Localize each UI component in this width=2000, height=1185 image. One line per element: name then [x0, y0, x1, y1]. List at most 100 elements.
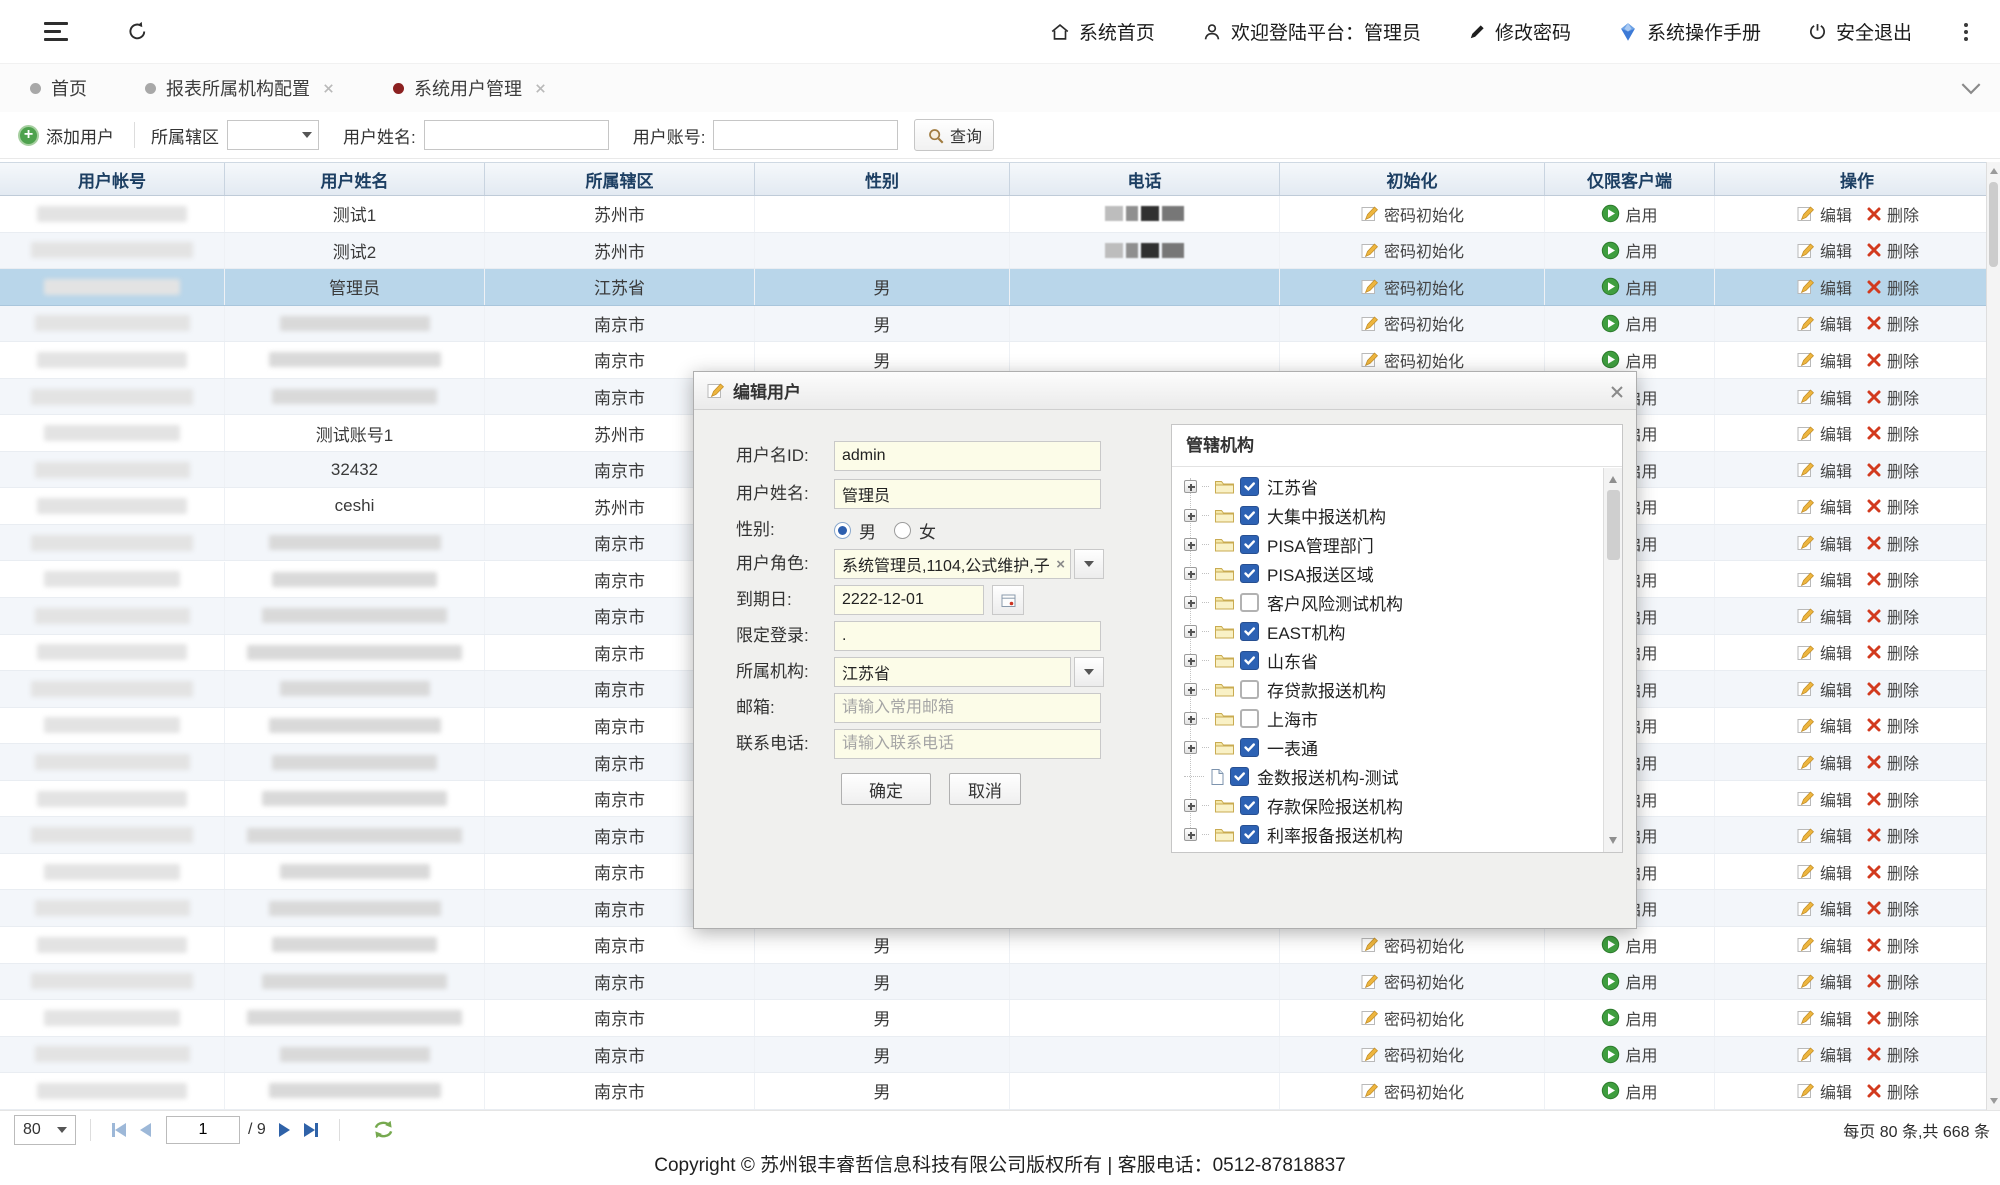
delete-button[interactable]: 删除 [1866, 275, 1919, 299]
tree-checkbox[interactable] [1240, 564, 1259, 583]
edit-button[interactable]: 编辑 [1796, 494, 1852, 518]
tree-checkbox[interactable] [1240, 477, 1259, 496]
delete-button[interactable]: 删除 [1866, 750, 1919, 774]
tree-checkbox[interactable] [1240, 825, 1259, 844]
scroll-down-icon[interactable] [1990, 1098, 1998, 1104]
enable-button[interactable]: 启用 [1601, 1042, 1657, 1066]
expire-date-input[interactable] [834, 585, 984, 615]
table-row[interactable]: 南京市男密码初始化启用编辑删除 [0, 1073, 2000, 1110]
delete-button[interactable]: 删除 [1866, 385, 1919, 409]
password-init-button[interactable]: 密码初始化 [1360, 933, 1464, 957]
edit-button[interactable]: 编辑 [1796, 202, 1852, 226]
email-input[interactable] [834, 693, 1101, 723]
delete-button[interactable]: 删除 [1866, 348, 1919, 372]
column-header-7[interactable]: 仅限客户端 [1545, 163, 1715, 195]
confirm-button[interactable]: 确定 [841, 773, 931, 805]
password-init-button[interactable]: 密码初始化 [1360, 238, 1464, 262]
cancel-button[interactable]: 取消 [949, 773, 1021, 805]
user-name-input[interactable] [424, 120, 609, 150]
enable-button[interactable]: 启用 [1601, 1006, 1657, 1030]
column-header-8[interactable]: 操作 [1715, 163, 2000, 195]
tree-item[interactable]: 江苏省 [1172, 472, 1603, 501]
tree-expand-icon[interactable] [1184, 538, 1197, 551]
tree-expand-icon[interactable] [1184, 480, 1197, 493]
edit-button[interactable]: 编辑 [1796, 713, 1852, 737]
edit-button[interactable]: 编辑 [1796, 933, 1852, 957]
table-row[interactable]: 测试2苏州市密码初始化启用编辑删除 [0, 233, 2000, 270]
delete-button[interactable]: 删除 [1866, 1079, 1919, 1103]
gender-male-radio[interactable] [834, 522, 851, 539]
delete-button[interactable]: 删除 [1866, 202, 1919, 226]
password-init-button[interactable]: 密码初始化 [1360, 348, 1464, 372]
tree-expand-icon[interactable] [1184, 654, 1197, 667]
enable-button[interactable]: 启用 [1601, 202, 1657, 226]
table-row[interactable]: 管理员江苏省男密码初始化启用编辑删除 [0, 269, 2000, 306]
tree-item[interactable]: 大集中报送机构 [1172, 501, 1603, 530]
org-dropdown-button[interactable] [1074, 657, 1104, 687]
delete-button[interactable]: 删除 [1866, 311, 1919, 335]
enable-button[interactable]: 启用 [1601, 348, 1657, 372]
nav-manual[interactable]: 系统操作手册 [1617, 18, 1761, 45]
tree-checkbox[interactable] [1240, 651, 1259, 670]
edit-button[interactable]: 编辑 [1796, 385, 1852, 409]
password-init-button[interactable]: 密码初始化 [1360, 1006, 1464, 1030]
delete-button[interactable]: 删除 [1866, 677, 1919, 701]
restrict-login-input[interactable] [834, 621, 1101, 651]
password-init-button[interactable]: 密码初始化 [1360, 1042, 1464, 1066]
tab-close-icon[interactable] [322, 82, 335, 95]
first-page-button[interactable] [112, 1123, 126, 1137]
tree-item[interactable]: PISA报送区域 [1172, 559, 1603, 588]
org-select[interactable]: 江苏省 [834, 657, 1071, 687]
region-select[interactable] [227, 120, 319, 150]
refresh-icon[interactable] [126, 20, 149, 43]
user-role-combo[interactable]: 系统管理员,1104,公式维护,子 × [834, 549, 1071, 579]
scroll-up-icon[interactable] [1609, 476, 1617, 483]
user-account-input[interactable] [713, 120, 898, 150]
tree-item[interactable]: 金数报送机构-测试 [1172, 762, 1603, 791]
edit-button[interactable]: 编辑 [1796, 1042, 1852, 1066]
delete-button[interactable]: 删除 [1866, 531, 1919, 555]
tree-item[interactable]: PISA管理部门 [1172, 530, 1603, 559]
column-header-6[interactable]: 初始化 [1280, 163, 1545, 195]
page-size-select[interactable]: 80 [14, 1115, 76, 1145]
password-init-button[interactable]: 密码初始化 [1360, 1079, 1464, 1103]
delete-button[interactable]: 删除 [1866, 860, 1919, 884]
delete-button[interactable]: 删除 [1866, 604, 1919, 628]
contact-phone-input[interactable] [834, 729, 1101, 759]
tree-checkbox[interactable] [1240, 738, 1259, 757]
tree-expand-icon[interactable] [1184, 567, 1197, 580]
tree-item[interactable]: 上海市 [1172, 704, 1603, 733]
delete-button[interactable]: 删除 [1866, 1042, 1919, 1066]
table-row[interactable]: 南京市男密码初始化启用编辑删除 [0, 1037, 2000, 1074]
edit-button[interactable]: 编辑 [1796, 311, 1852, 335]
chevron-down-icon[interactable] [1960, 82, 1982, 100]
column-header-2[interactable]: 用户姓名 [225, 163, 485, 195]
scroll-down-icon[interactable] [1609, 837, 1617, 844]
edit-button[interactable]: 编辑 [1796, 677, 1852, 701]
page-number-input[interactable] [166, 1116, 240, 1144]
tab-close-icon[interactable] [534, 82, 547, 95]
search-button[interactable]: 查询 [914, 119, 994, 151]
tree-item[interactable]: 客户风险测试机构 [1172, 588, 1603, 617]
calendar-button[interactable] [992, 585, 1024, 615]
tree-checkbox[interactable] [1230, 767, 1249, 786]
close-icon[interactable] [1610, 384, 1624, 404]
table-row[interactable]: 测试1苏州市密码初始化启用编辑删除 [0, 196, 2000, 233]
next-page-button[interactable] [279, 1123, 290, 1137]
nav-home[interactable]: 系统首页 [1049, 18, 1155, 45]
tab-report-org-config[interactable]: 报表所属机构配置 [145, 75, 335, 101]
clear-icon[interactable]: × [1056, 556, 1065, 573]
tree-expand-icon[interactable] [1184, 509, 1197, 522]
edit-button[interactable]: 编辑 [1796, 275, 1852, 299]
delete-button[interactable]: 删除 [1866, 1006, 1919, 1030]
scroll-up-icon[interactable] [1990, 168, 1998, 174]
scrollbar-thumb[interactable] [1607, 490, 1620, 560]
enable-button[interactable]: 启用 [1601, 1079, 1657, 1103]
tree-expand-icon[interactable] [1184, 596, 1197, 609]
table-row[interactable]: 南京市男密码初始化启用编辑删除 [0, 306, 2000, 343]
tree-expand-icon[interactable] [1184, 625, 1197, 638]
tree-checkbox[interactable] [1240, 709, 1259, 728]
table-scrollbar[interactable] [1986, 162, 2000, 1110]
delete-button[interactable]: 删除 [1866, 238, 1919, 262]
prev-page-button[interactable] [140, 1123, 151, 1137]
